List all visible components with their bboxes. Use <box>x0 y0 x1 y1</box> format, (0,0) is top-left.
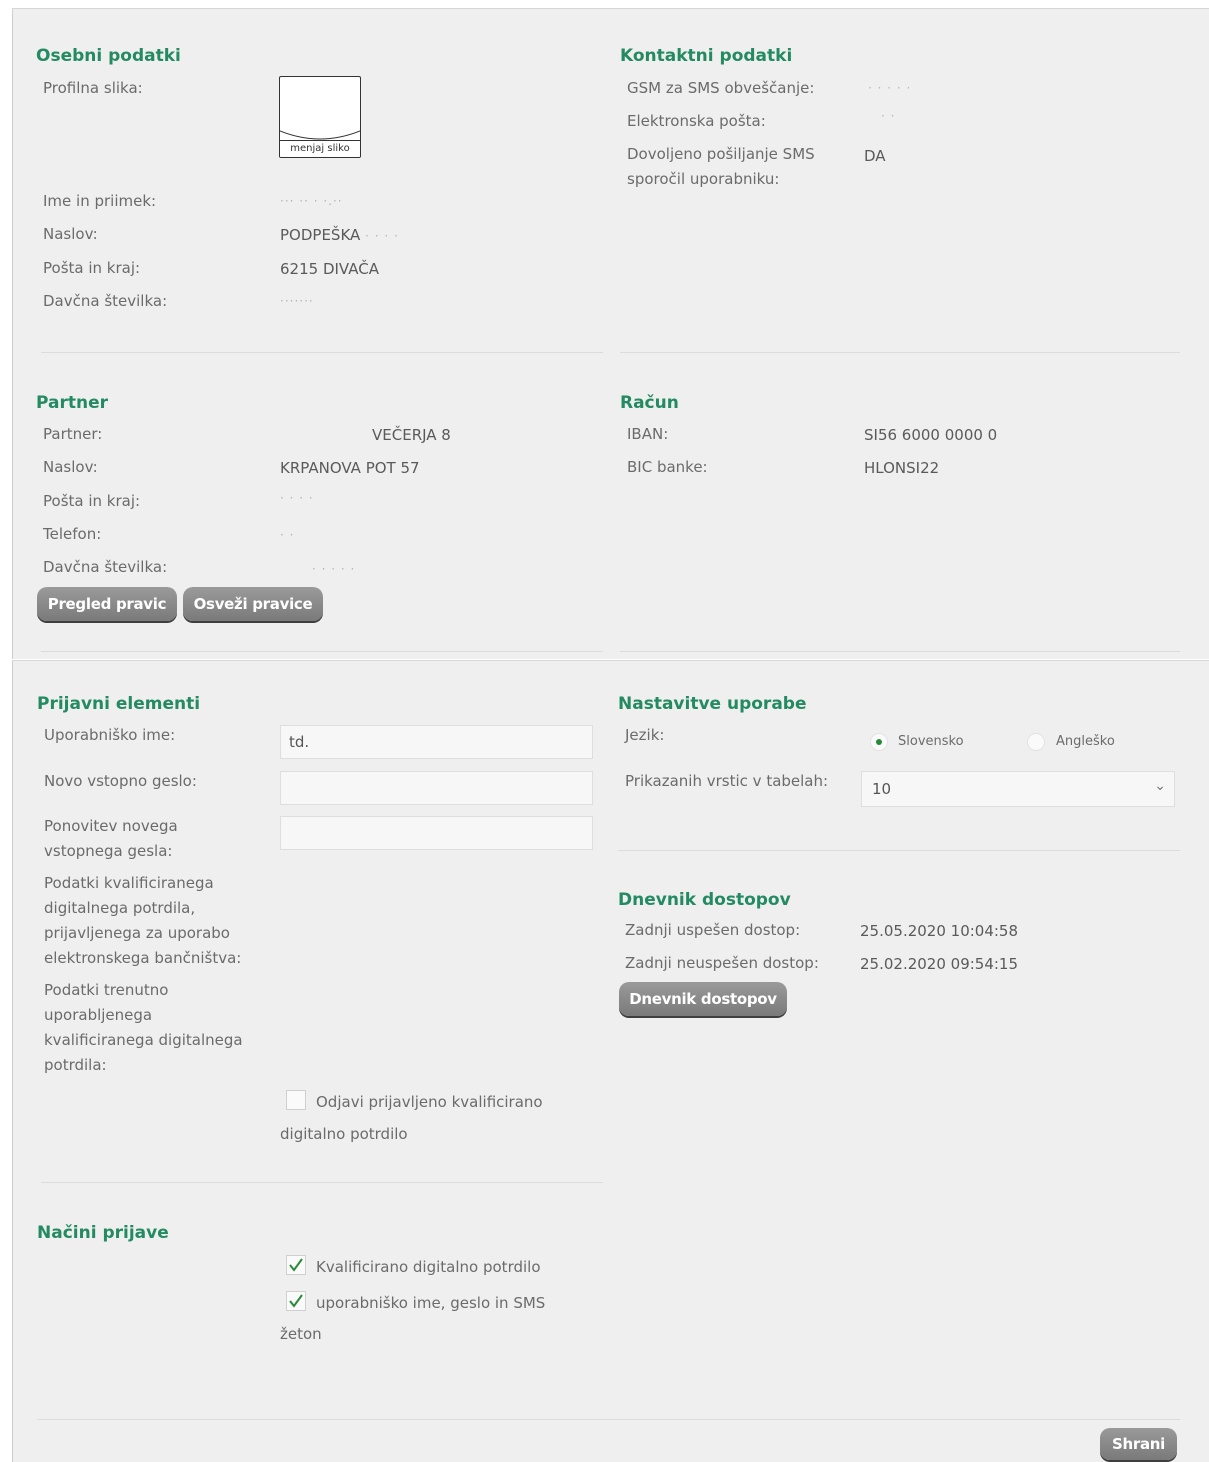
profile-picture-label: Profilna slika: <box>43 79 143 97</box>
logout-cert-checkbox[interactable] <box>286 1090 306 1110</box>
language-label: Jezik: <box>625 726 665 744</box>
checkmark-icon <box>289 1258 303 1272</box>
access-log-button[interactable]: Dnevnik dostopov <box>619 982 787 1016</box>
partner-phone-label: Telefon: <box>43 525 102 543</box>
email-value: · · <box>881 109 896 123</box>
radio-selected-dot <box>876 739 882 745</box>
gsm-value: · · · · · <box>868 81 912 95</box>
login-heading: Prijavni elementi <box>37 694 201 714</box>
partner-label: Partner: <box>43 425 103 443</box>
tax-label: Davčna številka: <box>43 292 168 310</box>
partner-heading: Partner <box>36 393 109 413</box>
checkmark-icon <box>289 1294 303 1308</box>
rows-select-value: 10 <box>872 780 892 798</box>
iban-label: IBAN: <box>627 425 669 443</box>
login-methods-heading: Načini prijave <box>37 1223 169 1243</box>
profile-panel: Osebni podatki Profilna slika: menjaj sl… <box>12 8 1209 659</box>
address-label: Naslov: <box>43 225 98 243</box>
divider <box>41 352 603 353</box>
logout-cert-label: Odjavi prijavljeno kvalificirano <box>316 1093 543 1111</box>
bic-label: BIC banke: <box>627 458 708 476</box>
email-label: Elektronska pošta: <box>627 112 766 130</box>
address-masked: · · · · <box>365 229 399 243</box>
lang-english-label: Angleško <box>1056 734 1115 749</box>
new-password-label: Novo vstopno geslo: <box>44 772 197 790</box>
partner-tax-label: Davčna številka: <box>43 558 168 576</box>
sms-allowed-label: Dovoljeno pošiljanje SMS sporočil uporab… <box>627 145 815 188</box>
partner-address-value: KRPANOVA POT 57 <box>280 459 420 477</box>
view-rights-button[interactable]: Pregled pravic <box>37 587 177 621</box>
settings-heading: Nastavitve uporabe <box>618 694 807 714</box>
last-success-label: Zadnji uspešen dostop: <box>625 921 801 939</box>
sms-login-checkbox[interactable] <box>286 1291 306 1311</box>
last-success-value: 25.05.2020 10:04:58 <box>860 922 1019 940</box>
divider <box>620 651 1180 652</box>
sms-login-label-cont: žeton <box>280 1325 322 1343</box>
repeat-password-label: Ponovitev novega vstopnega gesla: <box>44 817 178 860</box>
address-street: PODPEŠKA <box>280 226 361 244</box>
lang-english-radio[interactable] <box>1027 733 1045 751</box>
bic-value: HLONSI22 <box>864 459 940 477</box>
divider <box>41 651 603 652</box>
logout-cert-label-cont: digitalno potrdilo <box>280 1125 408 1143</box>
lang-slovenian-label: Slovensko <box>898 734 964 749</box>
refresh-rights-button[interactable]: Osveži pravice <box>183 587 323 621</box>
access-log-heading: Dnevnik dostopov <box>618 890 791 910</box>
address-value: PODPEŠKA · · · · <box>280 226 399 244</box>
partner-post-value: · · · · <box>280 491 314 505</box>
cert-login-checkbox[interactable] <box>286 1255 306 1275</box>
divider <box>620 352 1180 353</box>
username-label: Uporabniško ime: <box>44 726 176 744</box>
iban-value: SI56 6000 0000 0 <box>864 426 998 444</box>
partner-phone-value: · · <box>280 528 295 542</box>
partner-post-label: Pošta in kraj: <box>43 492 141 510</box>
lang-slovenian-radio[interactable] <box>870 733 888 751</box>
repeat-password-input[interactable] <box>280 816 593 850</box>
rows-select[interactable]: 10 ⌄ <box>861 771 1175 807</box>
cert-login-label: Kvalificirano digitalno potrdilo <box>316 1258 541 1276</box>
sms-login-label: uporabniško ime, geslo in SMS <box>316 1294 546 1312</box>
gsm-label: GSM za SMS obveščanje: <box>627 79 815 97</box>
divider <box>41 1182 603 1183</box>
name-label: Ime in priimek: <box>43 192 157 210</box>
change-picture-button[interactable]: menjaj sliko <box>280 140 360 157</box>
post-label: Pošta in kraj: <box>43 259 141 277</box>
last-fail-label: Zadnji neuspešen dostop: <box>625 954 819 972</box>
rows-label: Prikazanih vrstic v tabelah: <box>625 772 829 790</box>
tax-value: ······· <box>280 294 314 308</box>
partner-tax-value: · · · · · <box>312 562 356 576</box>
username-input[interactable] <box>280 725 593 759</box>
cert-registered-label: Podatki kvalificiranega digitalnega potr… <box>44 874 242 967</box>
sms-allowed-value: DA <box>864 147 886 165</box>
new-password-input[interactable] <box>280 771 593 805</box>
divider <box>618 850 1180 851</box>
post-value: 6215 DIVAČA <box>280 260 379 278</box>
last-fail-value: 25.02.2020 09:54:15 <box>860 955 1019 973</box>
name-value: ··· ·· · ·.·· <box>280 194 343 208</box>
chevron-down-icon: ⌄ <box>1154 778 1166 794</box>
partner-value: VEČERJA 8 <box>372 426 451 444</box>
settings-panel: Prijavni elementi Uporabniško ime: Novo … <box>12 660 1209 1462</box>
divider <box>37 1419 1180 1420</box>
personal-heading: Osebni podatki <box>36 46 181 66</box>
profile-picture[interactable]: menjaj sliko <box>279 76 361 158</box>
contact-heading: Kontaktni podatki <box>620 46 793 66</box>
account-heading: Račun <box>620 393 679 413</box>
save-button[interactable]: Shrani <box>1100 1428 1177 1460</box>
partner-address-label: Naslov: <box>43 458 98 476</box>
cert-current-label: Podatki trenutno uporabljenega kvalifici… <box>44 981 243 1074</box>
